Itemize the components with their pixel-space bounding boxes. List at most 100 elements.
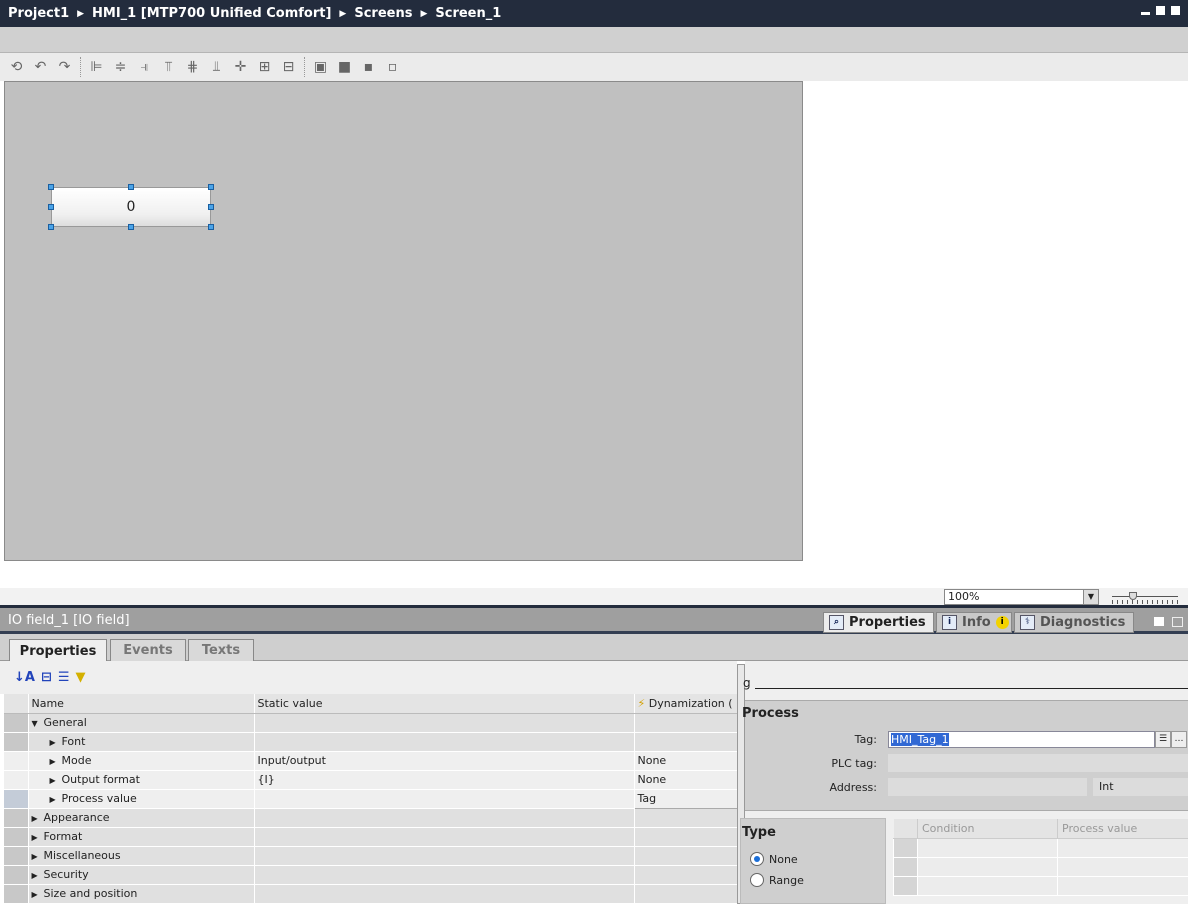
tag-input[interactable]: HMI_Tag_1 bbox=[888, 731, 1155, 748]
resize-handle[interactable] bbox=[208, 224, 214, 230]
rotate-icon[interactable]: ⟲ bbox=[8, 59, 25, 76]
table-row[interactable]: ▶ Process value Tag bbox=[4, 788, 738, 809]
table-row[interactable]: ▶ Font bbox=[4, 732, 738, 752]
send-backward-icon[interactable]: ▪ bbox=[360, 59, 377, 76]
expand-right-icon[interactable]: ▶ bbox=[32, 871, 44, 880]
property-static-value[interactable] bbox=[254, 713, 635, 733]
property-static-value[interactable] bbox=[254, 865, 635, 885]
resize-handle[interactable] bbox=[48, 224, 54, 230]
radio-none[interactable] bbox=[750, 852, 764, 866]
breadcrumb-screens[interactable]: Screens bbox=[354, 6, 412, 21]
property-dynamization[interactable] bbox=[634, 808, 738, 828]
property-static-value[interactable]: Input/output bbox=[254, 751, 635, 771]
resize-handle[interactable] bbox=[48, 204, 54, 210]
breadcrumb-screen[interactable]: Screen_1 bbox=[435, 6, 501, 21]
property-dynamization[interactable] bbox=[634, 884, 738, 904]
radio-range[interactable] bbox=[750, 873, 764, 887]
panel-layout-icon[interactable] bbox=[1172, 617, 1183, 627]
property-static-value[interactable] bbox=[254, 884, 635, 904]
align-top-icon[interactable]: ⫪ bbox=[160, 59, 177, 76]
row-selector[interactable] bbox=[4, 846, 29, 866]
expand-right-icon[interactable]: ▶ bbox=[32, 833, 44, 842]
row-selector[interactable] bbox=[4, 827, 29, 847]
io-field[interactable]: 0 bbox=[51, 187, 211, 227]
expand-down-icon[interactable]: ▼ bbox=[32, 719, 44, 728]
list-icon[interactable]: ☰ bbox=[1155, 731, 1171, 748]
center-horizontal-icon[interactable]: ⊞ bbox=[256, 59, 273, 76]
tab-info[interactable]: i Info i bbox=[936, 612, 1012, 633]
property-static-value[interactable] bbox=[254, 846, 635, 866]
row-selector[interactable] bbox=[4, 808, 29, 828]
row-selector[interactable] bbox=[4, 884, 29, 904]
property-dynamization[interactable]: None bbox=[634, 770, 738, 790]
minimize-icon[interactable] bbox=[1141, 12, 1150, 15]
group-view-icon[interactable]: ⊟ bbox=[41, 670, 52, 685]
resize-handle[interactable] bbox=[208, 204, 214, 210]
row-selector[interactable] bbox=[4, 732, 29, 752]
property-static-value[interactable] bbox=[254, 827, 635, 847]
property-dynamization[interactable] bbox=[634, 732, 738, 752]
bring-forward-icon[interactable]: ■ bbox=[336, 59, 353, 76]
zoom-slider-thumb[interactable] bbox=[1129, 592, 1137, 600]
hmi-screen[interactable] bbox=[4, 81, 803, 561]
property-dynamization[interactable] bbox=[634, 865, 738, 885]
align-bottom-icon[interactable]: ⫫ bbox=[208, 59, 225, 76]
property-static-value[interactable] bbox=[254, 789, 635, 809]
table-row[interactable]: ▶ Size and position bbox=[4, 884, 738, 904]
property-dynamization[interactable]: Tag bbox=[633, 788, 738, 809]
property-dynamization[interactable] bbox=[634, 713, 738, 733]
table-row[interactable]: ▶ Format bbox=[4, 827, 738, 847]
breadcrumb-hmi[interactable]: HMI_1 [MTP700 Unified Comfort] bbox=[92, 6, 331, 21]
row-selector[interactable] bbox=[4, 770, 29, 790]
property-dynamization[interactable] bbox=[634, 827, 738, 847]
expand-right-icon[interactable]: ▶ bbox=[50, 738, 62, 747]
property-dynamization[interactable]: None bbox=[634, 751, 738, 771]
property-dynamization[interactable] bbox=[634, 846, 738, 866]
table-row[interactable] bbox=[893, 837, 1188, 858]
table-row[interactable] bbox=[893, 875, 1188, 896]
row-selector[interactable] bbox=[4, 751, 29, 771]
rotate-cw-icon[interactable]: ↷ bbox=[56, 59, 73, 76]
float-panel-icon[interactable] bbox=[1154, 617, 1164, 626]
tab-texts[interactable]: Texts bbox=[188, 639, 254, 661]
table-row[interactable]: ▶ Mode Input/output None bbox=[4, 751, 738, 771]
row-selector[interactable] bbox=[4, 865, 29, 885]
tab-properties[interactable]: Properties bbox=[9, 639, 107, 662]
resize-handle[interactable] bbox=[128, 224, 134, 230]
resize-handle[interactable] bbox=[208, 184, 214, 190]
zoom-select[interactable]: 100% bbox=[944, 589, 1099, 605]
table-row[interactable]: ▶ Miscellaneous bbox=[4, 846, 738, 866]
align-left-icon[interactable]: ⊫ bbox=[88, 59, 105, 76]
expand-right-icon[interactable]: ▶ bbox=[50, 757, 62, 766]
center-icon[interactable]: ✛ bbox=[232, 59, 249, 76]
resize-handle[interactable] bbox=[128, 184, 134, 190]
tab-diagnostics[interactable]: ⚕ Diagnostics bbox=[1014, 612, 1134, 633]
maximize-icon[interactable] bbox=[1171, 6, 1180, 15]
row-selector[interactable] bbox=[4, 713, 29, 733]
chevron-down-icon[interactable]: ▼ bbox=[1083, 589, 1099, 605]
table-row[interactable] bbox=[893, 856, 1188, 877]
property-static-value[interactable]: {I} bbox=[254, 770, 635, 790]
expand-right-icon[interactable]: ▶ bbox=[50, 776, 62, 785]
filter-icon[interactable]: ▼ bbox=[76, 670, 86, 685]
align-center-icon[interactable]: ≑ bbox=[112, 59, 129, 76]
list-view-icon[interactable]: ☰ bbox=[58, 670, 70, 685]
bring-to-front-icon[interactable]: ▣ bbox=[312, 59, 329, 76]
center-vertical-icon[interactable]: ⊟ bbox=[280, 59, 297, 76]
zoom-slider[interactable] bbox=[1112, 596, 1178, 597]
tab-events[interactable]: Events bbox=[110, 639, 186, 661]
send-to-back-icon[interactable]: ▫ bbox=[384, 59, 401, 76]
expand-right-icon[interactable]: ▶ bbox=[32, 814, 44, 823]
table-row[interactable]: ▶ Output format {I} None bbox=[4, 770, 738, 790]
resize-handle[interactable] bbox=[48, 184, 54, 190]
align-middle-icon[interactable]: ⋕ bbox=[184, 59, 201, 76]
table-row[interactable]: ▼ General bbox=[4, 713, 738, 733]
table-row[interactable]: ▶ Appearance bbox=[4, 808, 738, 828]
table-row[interactable]: ▶ Security bbox=[4, 865, 738, 885]
property-static-value[interactable] bbox=[254, 808, 635, 828]
breadcrumb-project[interactable]: Project1 bbox=[8, 6, 69, 21]
sort-az-icon[interactable]: ↓A bbox=[14, 670, 35, 685]
expand-right-icon[interactable]: ▶ bbox=[32, 890, 44, 899]
tab-properties-inspector[interactable]: ⌕ Properties bbox=[823, 612, 934, 633]
expand-right-icon[interactable]: ▶ bbox=[32, 852, 44, 861]
